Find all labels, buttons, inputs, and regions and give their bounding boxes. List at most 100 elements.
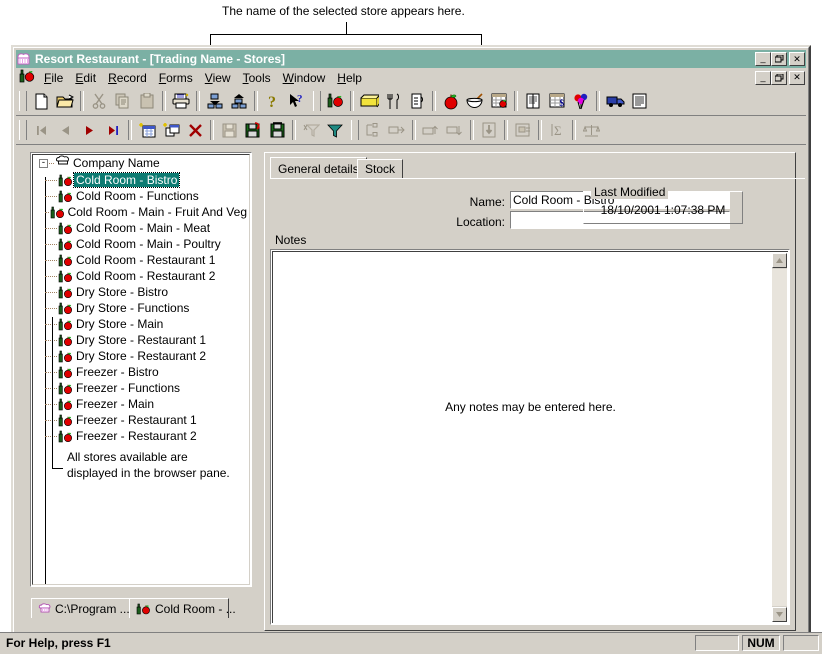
previous-record-icon[interactable] xyxy=(53,119,77,142)
save-icon[interactable] xyxy=(217,119,241,142)
mdi-client-area: - Company Name Cold Room - Bistro Cold Ro… xyxy=(16,145,806,640)
tree-item-dry-store-functions[interactable]: Dry Store - Functions xyxy=(33,300,249,316)
menu-bar: File Edit Record Forms View Tools Window… xyxy=(16,69,806,86)
bottle-apple-icon xyxy=(58,286,74,299)
new-document-icon[interactable] xyxy=(29,90,53,113)
new-form-icon[interactable] xyxy=(159,119,183,142)
toolbar-grip[interactable] xyxy=(19,91,27,111)
pane-splitter[interactable] xyxy=(256,152,263,632)
move-up-icon[interactable] xyxy=(419,119,443,142)
new-record-icon[interactable] xyxy=(135,119,159,142)
cutlery-icon[interactable] xyxy=(381,90,405,113)
tab-stock[interactable]: Stock xyxy=(357,159,404,178)
save-close-icon[interactable] xyxy=(265,119,289,142)
measuring-jug-icon[interactable] xyxy=(405,90,429,113)
restore-button[interactable] xyxy=(771,52,787,66)
report-icon[interactable] xyxy=(627,90,651,113)
toolbar-separator xyxy=(292,120,296,140)
bottle-apple-icon xyxy=(58,238,74,251)
indent-right-icon[interactable] xyxy=(385,119,409,142)
menu-item-record[interactable]: Record xyxy=(102,70,153,86)
mdi-restore-button[interactable] xyxy=(771,70,787,85)
tree-item-cold-room-main-poultry[interactable]: Cold Room - Main - Poultry xyxy=(33,236,249,252)
filter-icon[interactable] xyxy=(323,119,347,142)
tree-item-freezer-restaurant-2[interactable]: Freezer - Restaurant 2 xyxy=(33,428,249,444)
price-grid-icon[interactable]: $ xyxy=(545,90,569,113)
mixing-bowl-icon[interactable] xyxy=(463,90,487,113)
tree-root-node[interactable]: - Company Name xyxy=(33,155,249,171)
tree-expander[interactable]: - xyxy=(39,158,48,168)
butter-block-icon[interactable] xyxy=(357,90,381,113)
tree-item-cold-room-restaurant-2[interactable]: Cold Room - Restaurant 2 xyxy=(33,268,249,284)
collapse-tree-icon[interactable] xyxy=(203,90,227,113)
next-record-icon[interactable] xyxy=(77,119,101,142)
cut-scissors-icon[interactable] xyxy=(87,90,111,113)
chef-hat-icon xyxy=(38,602,52,615)
tree-item-cold-room-restaurant-1[interactable]: Cold Room - Restaurant 1 xyxy=(33,252,249,268)
menu-item-file[interactable]: File xyxy=(38,70,69,86)
delete-record-icon[interactable] xyxy=(183,119,207,142)
annotation-tree-bracket xyxy=(52,317,53,469)
menu-item-help[interactable]: Help xyxy=(331,70,368,86)
tab-general-details[interactable]: General details xyxy=(270,157,367,179)
close-button[interactable]: ✕ xyxy=(789,52,805,66)
sum-icon[interactable]: Σ xyxy=(545,119,569,142)
paste-icon[interactable] xyxy=(135,90,159,113)
menu-item-view[interactable]: View xyxy=(199,70,237,86)
expand-tree-icon[interactable] xyxy=(227,90,251,113)
document-list-icon[interactable] xyxy=(521,90,545,113)
tree-item-dry-store-restaurant-2[interactable]: Dry Store - Restaurant 2 xyxy=(33,348,249,364)
tree-item-freezer-bistro[interactable]: Freezer - Bistro xyxy=(33,364,249,380)
notes-vertical-scrollbar[interactable] xyxy=(772,253,787,622)
svg-text:Σ: Σ xyxy=(554,123,562,138)
tree-item-cold-room-main-fruit-and-veg[interactable]: Cold Room - Main - Fruit And Veg xyxy=(33,204,249,220)
open-folder-icon[interactable] xyxy=(53,90,77,113)
tree-item-dry-store-bistro[interactable]: Dry Store - Bistro xyxy=(33,284,249,300)
save-undo-icon[interactable] xyxy=(241,119,265,142)
scroll-track[interactable] xyxy=(772,269,787,606)
mdi-close-button[interactable]: ✕ xyxy=(789,70,805,85)
import-icon[interactable] xyxy=(477,119,501,142)
notes-editor[interactable]: Any notes may be entered here. xyxy=(270,249,790,625)
tree-item-freezer-functions[interactable]: Freezer - Functions xyxy=(33,380,249,396)
bottle-apple-icon xyxy=(58,302,74,315)
recipe-card-icon[interactable] xyxy=(487,90,511,113)
apple-icon[interactable] xyxy=(439,90,463,113)
last-record-icon[interactable] xyxy=(101,119,125,142)
menu-item-window[interactable]: Window xyxy=(277,70,332,86)
tree-item-freezer-main[interactable]: Freezer - Main xyxy=(33,396,249,412)
tree-item-freezer-restaurant-1[interactable]: Freezer - Restaurant 1 xyxy=(33,412,249,428)
menu-item-edit[interactable]: Edit xyxy=(69,70,102,86)
balance-icon[interactable] xyxy=(579,119,603,142)
tree-item-cold-room-functions[interactable]: Cold Room - Functions xyxy=(33,188,249,204)
filter-clear-icon[interactable] xyxy=(299,119,323,142)
mdi-minimize-button[interactable]: _ xyxy=(755,70,771,85)
print-icon[interactable] xyxy=(169,90,193,113)
first-record-icon[interactable] xyxy=(29,119,53,142)
toolbar-grip[interactable] xyxy=(19,120,27,140)
toolbar-grip[interactable] xyxy=(351,120,359,140)
tree-item-cold-room-main-meat[interactable]: Cold Room - Main - Meat xyxy=(33,220,249,236)
bottle-apple-icon[interactable] xyxy=(323,90,347,113)
move-down-icon[interactable] xyxy=(443,119,467,142)
tree-item-label: Cold Room - Restaurant 1 xyxy=(76,253,216,267)
store-browser-pane[interactable]: - Company Name Cold Room - Bistro Cold Ro… xyxy=(30,152,252,587)
toolbar-grip[interactable] xyxy=(313,91,321,111)
menu-item-forms[interactable]: Forms xyxy=(153,70,199,86)
tree-item-dry-store-main[interactable]: Dry Store - Main xyxy=(33,316,249,332)
status-message: For Help, press F1 xyxy=(6,636,111,650)
mdi-tab-program[interactable]: C:\Program ... xyxy=(31,598,131,618)
indent-left-icon[interactable] xyxy=(361,119,385,142)
balloons-icon[interactable] xyxy=(569,90,593,113)
copy-icon[interactable] xyxy=(111,90,135,113)
minimize-button[interactable]: _ xyxy=(755,52,771,66)
tree-item-dry-store-restaurant-1[interactable]: Dry Store - Restaurant 1 xyxy=(33,332,249,348)
properties-icon[interactable] xyxy=(511,119,535,142)
menu-item-tools[interactable]: Tools xyxy=(237,70,277,86)
scroll-up-button[interactable] xyxy=(772,253,787,268)
context-help-icon[interactable]: ? xyxy=(285,90,309,113)
tree-item-cold-room-bistro[interactable]: Cold Room - Bistro xyxy=(33,172,249,188)
delivery-truck-icon[interactable] xyxy=(603,90,627,113)
help-question-icon[interactable]: ? xyxy=(261,90,285,113)
mdi-tab-cold-room[interactable]: Cold Room - ... xyxy=(129,598,236,618)
